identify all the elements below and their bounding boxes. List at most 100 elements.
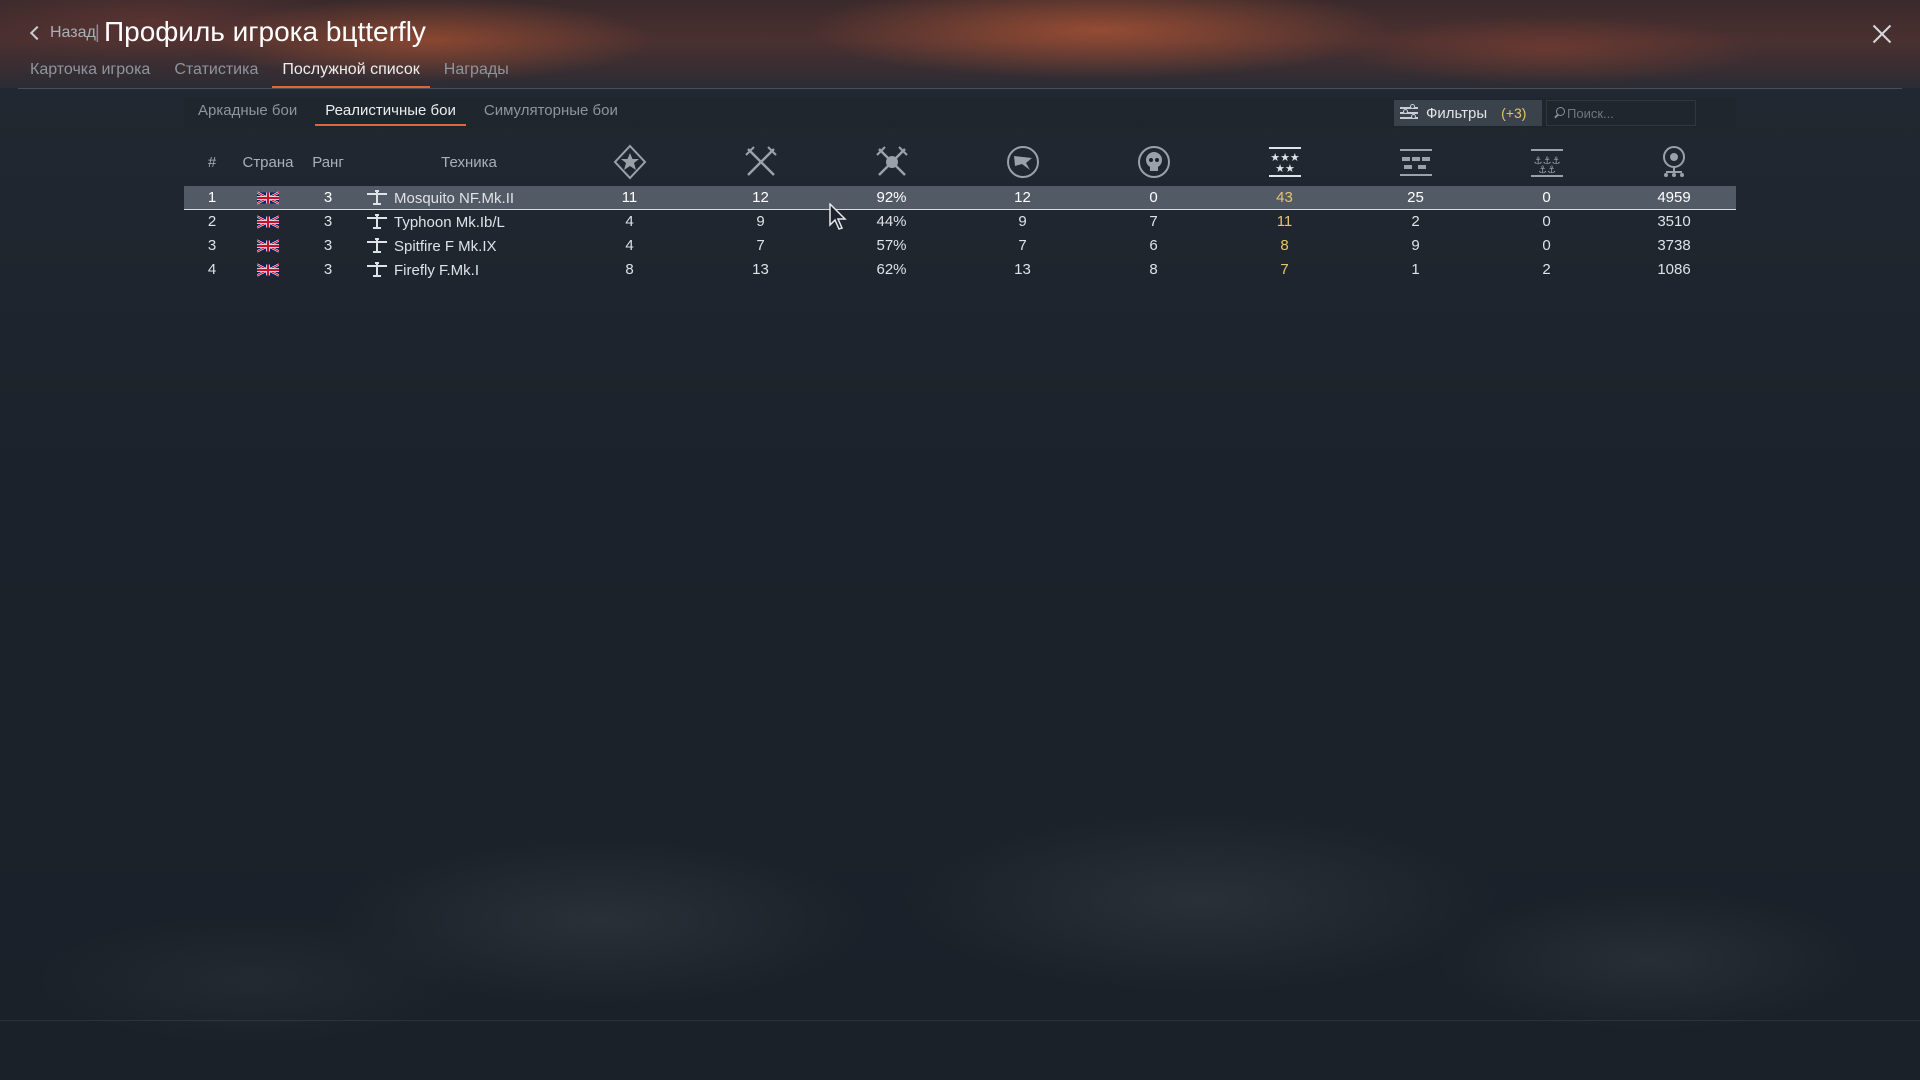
filter-sliders-icon xyxy=(1398,103,1422,123)
fighter-plane-icon xyxy=(367,214,387,229)
cell-ground-kills: 25 xyxy=(1407,189,1424,206)
cell-naval-kills: 0 xyxy=(1542,237,1551,254)
cell-rank: 3 xyxy=(323,213,333,230)
cell-naval-kills: 2 xyxy=(1542,261,1551,278)
cell-ground-kills: 1 xyxy=(1411,261,1420,278)
tab-realistic-battles[interactable]: Реалистичные бои xyxy=(311,98,470,128)
tab-simulator-battles[interactable]: Симуляторные бои xyxy=(470,98,632,128)
cell-battles: 8 xyxy=(625,261,634,278)
cell-activity: 4959 xyxy=(1657,189,1691,206)
chevron-left-icon xyxy=(29,25,45,41)
naval-kills-icon: ⚓⚓⚓ ⚓⚓ xyxy=(1530,149,1563,177)
cell-win-rate: 62% xyxy=(876,261,907,278)
mouse-cursor-icon xyxy=(829,203,847,230)
search-icon xyxy=(1551,105,1567,121)
tab-service-record[interactable]: Послужной список xyxy=(272,60,431,88)
activity-icon xyxy=(1663,146,1685,177)
battles-icon xyxy=(613,144,646,180)
tab-arcade-battles[interactable]: Аркадные бои xyxy=(184,98,311,128)
uk-flag-icon xyxy=(257,239,279,253)
fighter-plane-icon xyxy=(367,238,387,253)
column-header-air-kills[interactable]: ★★★ ★★ xyxy=(1219,140,1350,184)
vehicle-label: Spitfire F Mk.IX xyxy=(394,237,497,255)
win-rate-icon xyxy=(875,146,908,176)
column-header-vehicle[interactable]: Техника xyxy=(374,140,564,184)
cell-num: 3 xyxy=(207,237,217,254)
filters-button[interactable]: Фильтры (+3) xyxy=(1394,100,1542,126)
column-header-rank[interactable]: Ранг xyxy=(296,140,360,184)
air-kills-icon: ★★★ ★★ xyxy=(1268,147,1301,177)
column-header-respawns[interactable] xyxy=(957,140,1088,184)
header-divider xyxy=(18,88,1902,89)
page-title: Профиль игрока bцtterfly xyxy=(104,16,426,47)
bottom-divider xyxy=(0,1020,1920,1021)
vehicle-name[interactable]: Typhoon Mk.Ib/L xyxy=(366,210,505,234)
table-row[interactable]: 3 3 4 7 57% 7 6 8 9 0 3738 Spitfire F Mk.IX xyxy=(184,234,1736,258)
cell-ground-kills: 2 xyxy=(1411,213,1420,230)
smoke-background xyxy=(0,780,1920,1080)
profile-header: Назад | Профиль игрока bцtterfly Карточк… xyxy=(0,0,1920,90)
column-header-victories[interactable] xyxy=(695,140,826,184)
column-header-naval-kills[interactable]: ⚓⚓⚓ ⚓⚓ xyxy=(1481,140,1612,184)
cell-victories: 9 xyxy=(756,213,765,230)
table-row[interactable]: 2 3 4 9 44% 9 7 11 2 0 3510 Typhoon Mk.Ib/L xyxy=(184,210,1736,234)
table-row[interactable]: 4 3 8 13 62% 13 8 7 1 2 1086 Firefly F.Mk.I xyxy=(184,258,1736,282)
deaths-icon xyxy=(1137,146,1170,178)
column-header-win-rate[interactable] xyxy=(826,140,957,184)
cell-num: 2 xyxy=(207,213,217,230)
tab-player-card[interactable]: Карточка игрока xyxy=(30,60,160,88)
tab-awards[interactable]: Награды xyxy=(434,60,519,88)
close-icon[interactable] xyxy=(1870,22,1894,46)
column-header-deaths[interactable] xyxy=(1088,140,1219,184)
column-header-ground-kills[interactable] xyxy=(1350,140,1481,184)
service-record-panel: Аркадные бои Реалистичные бои Симуляторн… xyxy=(184,98,1736,286)
tab-statistics[interactable]: Статистика xyxy=(164,60,268,88)
cell-deaths: 7 xyxy=(1149,213,1158,230)
cell-naval-kills: 0 xyxy=(1542,189,1551,206)
cell-activity: 3510 xyxy=(1657,213,1691,230)
filters-label: Фильтры xyxy=(1426,104,1488,122)
vehicle-name[interactable]: Spitfire F Mk.IX xyxy=(366,234,497,258)
back-label: Назад xyxy=(50,24,96,41)
vehicle-label: Mosquito NF.Mk.II xyxy=(394,189,515,207)
uk-flag-icon xyxy=(257,191,279,205)
back-button[interactable]: Назад xyxy=(28,20,96,46)
column-header-country[interactable]: Страна xyxy=(240,140,296,184)
filters-count-badge: (+3) xyxy=(1501,105,1527,121)
cell-num: 1 xyxy=(207,189,217,206)
cell-ground-kills: 9 xyxy=(1411,237,1420,254)
cell-rank: 3 xyxy=(323,261,333,278)
svg-text:★★: ★★ xyxy=(1275,162,1295,175)
uk-flag-icon xyxy=(257,263,279,277)
vehicle-name[interactable]: Mosquito NF.Mk.II xyxy=(366,186,514,210)
search-field[interactable] xyxy=(1546,100,1696,126)
fighter-plane-icon xyxy=(367,190,387,205)
cell-air-kills: 7 xyxy=(1280,261,1289,278)
title-separator: | xyxy=(95,22,100,42)
profile-tabs: Карточка игрока Статистика Послужной спи… xyxy=(30,60,523,88)
cell-respawns: 9 xyxy=(1018,213,1027,230)
cell-deaths: 8 xyxy=(1149,261,1158,278)
mode-tabs: Аркадные бои Реалистичные бои Симуляторн… xyxy=(184,98,632,128)
column-header-activity[interactable] xyxy=(1612,140,1736,184)
uk-flag-icon xyxy=(257,215,279,229)
cell-rank: 3 xyxy=(323,189,333,206)
cell-naval-kills: 0 xyxy=(1542,213,1551,230)
cell-respawns: 7 xyxy=(1018,237,1027,254)
vehicle-name[interactable]: Firefly F.Mk.I xyxy=(366,258,479,282)
cell-rank: 3 xyxy=(323,237,333,254)
respawns-icon xyxy=(1006,146,1039,178)
table-header: # Страна Ранг Техника ★★★ ★★ ⚓⚓⚓ ⚓⚓ xyxy=(184,140,1736,184)
cell-win-rate: 57% xyxy=(876,237,907,254)
cell-victories: 13 xyxy=(752,261,769,278)
column-header-battles[interactable] xyxy=(564,140,695,184)
cell-respawns: 13 xyxy=(1014,261,1031,278)
column-header-number[interactable]: # xyxy=(184,140,240,184)
cell-battles: 11 xyxy=(621,189,638,206)
cell-deaths: 6 xyxy=(1149,237,1158,254)
search-input[interactable] xyxy=(1567,105,1693,121)
cell-num: 4 xyxy=(207,261,217,278)
table-row[interactable]: 1 3 11 12 92% 12 0 43 25 0 4959 Mosquito NF.Mk.II xyxy=(184,186,1736,210)
vehicle-label: Typhoon Mk.Ib/L xyxy=(394,213,505,231)
cell-battles: 4 xyxy=(625,213,634,230)
